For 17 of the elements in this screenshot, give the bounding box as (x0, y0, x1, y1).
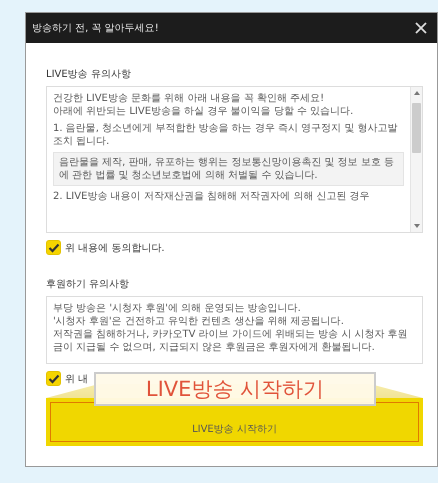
notice-text: 건강한 LIVE방송 문화를 위해 아래 내용을 꼭 확인해 주세요! 아래에 위반되는 LIVE방송을 하실 경우 불이익을 당할 수 있습니다. (53, 92, 354, 118)
section-title: LIVE방송 유의사항 (46, 68, 132, 81)
scroll-up-icon[interactable] (414, 91, 420, 95)
window-title: 방송하기 전, 꼭 알아두세요! (32, 22, 159, 35)
close-button[interactable] (413, 20, 429, 36)
scroll-down-icon[interactable] (414, 224, 420, 228)
agreement-label: 위 내용에 동의합니다. (65, 242, 165, 254)
notice-text: 2. LIVE방송 내용이 저작재산권을 침해해 저작권자에 의해 신고된 경우 (53, 190, 371, 203)
section-title: 후원하기 유의사항 (46, 278, 130, 291)
callout-label: LIVE방송 시작하기 (94, 372, 376, 406)
scroll-thumb[interactable] (412, 103, 421, 153)
checkbox[interactable] (46, 371, 61, 386)
notice-text: 1. 음란물, 청소년에게 부적합한 방송을 하는 경우 즉시 영구정지 및 형사고발 조치 됩니다. (53, 122, 399, 148)
notice-text: 부당 방송은 '시청자 후원'에 의해 운영되는 방송입니다. '시청자 후원'은 건전하고 유익한 컨텐츠 생산을 위해 제공됩니다. 저작권을 침해하거나, 카카오TV 라이브 가이드에 위배되는 방송 시 시청자 후원금이 지급될 수 없으며, 지급되지 않은 후원금은 후원자에게 환불됩니다. (53, 302, 409, 354)
checkbox[interactable] (46, 240, 61, 255)
note-text: 음란물을 제작, 판매, 유포하는 행위는 정보통신망이용촉진 및 정보 보호 등에 관한 법률 및 청소년보호법에 의해 처벌될 수 있습니다. (53, 152, 404, 186)
agreement-label: 위 내 (65, 372, 88, 386)
